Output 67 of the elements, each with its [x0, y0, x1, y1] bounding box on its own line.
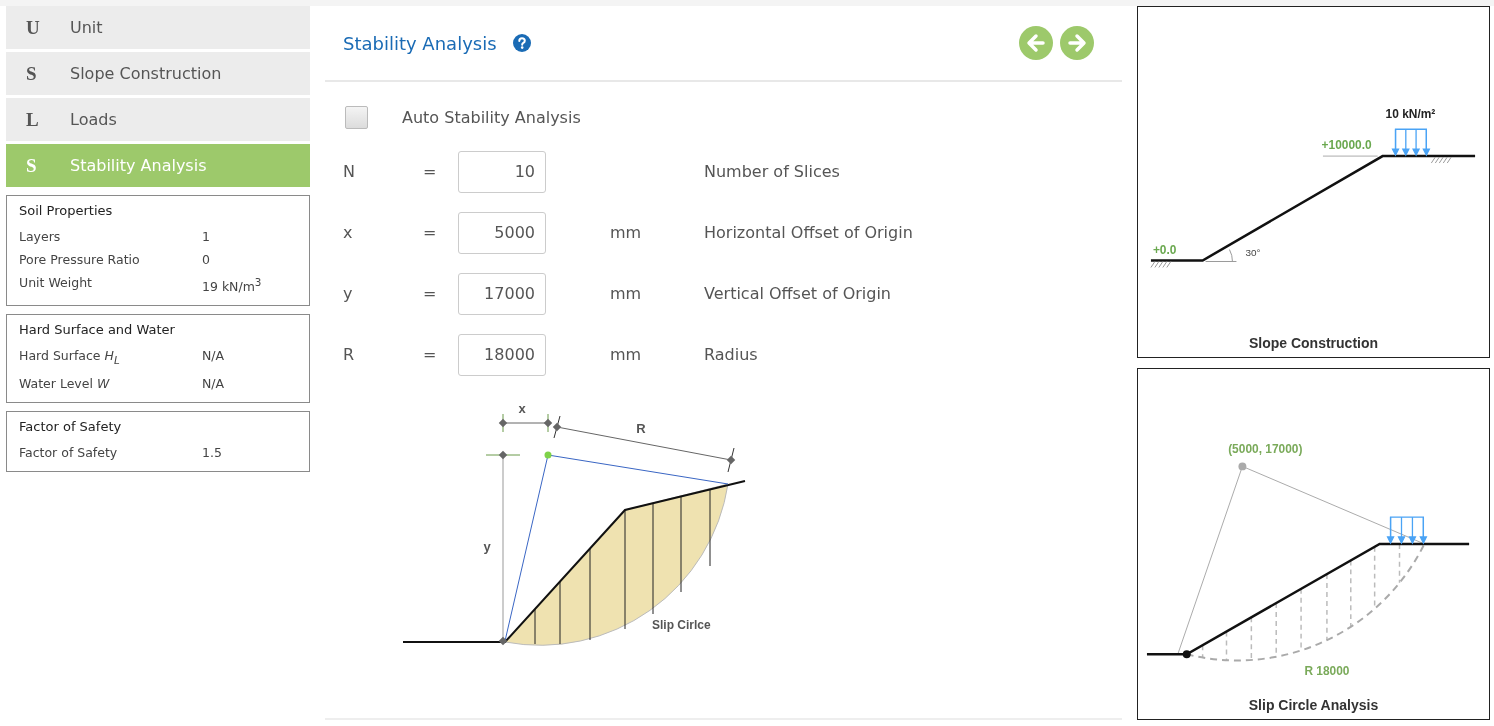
symbol-label: x: [343, 223, 354, 242]
checkbox-label: Auto Stability Analysis: [402, 108, 581, 127]
load-arrows-icon: [1391, 128, 1431, 157]
nav-letter: U: [25, 16, 41, 39]
info-value: 1: [202, 228, 211, 246]
checkbox[interactable]: [345, 106, 368, 129]
info-value: N/A: [202, 374, 226, 393]
number-field[interactable]: 5000: [458, 211, 546, 254]
back-button[interactable]: [1019, 26, 1053, 60]
info-value: N/A: [202, 347, 226, 366]
parameter-description: Horizontal Offset of Origin: [704, 223, 914, 242]
nav-letter: L: [25, 108, 40, 131]
equals-sign: =: [423, 284, 438, 303]
parameter-description: Vertical Offset of Origin: [704, 284, 892, 303]
slip-circle-label: Slip Cirlce: [652, 618, 711, 632]
number-field[interactable]: 18000: [458, 333, 546, 376]
info-label: Factor of Safety: [19, 443, 119, 462]
parameter-description: Number of Slices: [704, 162, 841, 181]
nav-item[interactable]: U Unit: [6, 6, 310, 49]
symbol-label: R: [343, 345, 356, 364]
info-label: Water Level W: [19, 374, 111, 393]
equals-sign: =: [423, 223, 438, 242]
panel-caption: Slip Circle Analysis: [1247, 697, 1380, 715]
symbol-label: y: [343, 284, 354, 303]
nav-letter: S: [25, 62, 38, 85]
info-title: Hard Surface and Water: [19, 322, 176, 338]
unit-label: mm: [610, 223, 643, 242]
center-label: (5000, 17000): [1228, 442, 1303, 457]
right-arrow-icon: [1066, 32, 1088, 54]
nav-letter: S: [25, 154, 38, 177]
x-label: x: [518, 401, 526, 416]
info-title: Factor of Safety: [19, 418, 123, 434]
nav-item[interactable]: S Slope Construction: [6, 52, 310, 95]
panel-caption: Slope Construction: [1247, 335, 1380, 353]
nav-label: Unit: [70, 18, 103, 37]
number-field[interactable]: 10: [458, 150, 546, 193]
forward-button[interactable]: [1060, 26, 1094, 60]
unit-label: mm: [610, 345, 643, 364]
equals-sign: =: [423, 345, 438, 364]
info-label: Hard Surface H$_{L}$: [19, 347, 121, 368]
equals-sign: =: [423, 162, 438, 181]
info-value: 1.5: [202, 443, 223, 462]
load-label: 10 kN/m²: [1385, 107, 1436, 122]
info-value: 0: [202, 251, 211, 269]
page-title: Stability Analysis: [343, 32, 497, 54]
nav-item[interactable]: L Loads: [6, 98, 310, 141]
unit-label: mm: [610, 284, 643, 303]
angle-label: 30°: [1245, 247, 1261, 259]
radius-label: R 18000: [1304, 664, 1350, 679]
number-field[interactable]: 17000: [458, 272, 546, 315]
symbol-label: N: [343, 162, 356, 181]
parameter-description: Radius: [704, 345, 759, 364]
info-label: Unit Weight: [19, 274, 93, 292]
info-label: Pore Pressure Ratio: [19, 251, 141, 269]
top-level-label: +10000.0: [1321, 138, 1372, 153]
nav-label: Stability Analysis: [70, 156, 207, 175]
r-label: R: [636, 421, 646, 436]
y-label: y: [483, 539, 491, 554]
bottom-level-label: +0.0: [1152, 242, 1177, 257]
info-label: Layers: [19, 228, 62, 246]
load-arrows-icon: [1386, 516, 1428, 545]
nav-label: Loads: [70, 110, 117, 129]
help-icon[interactable]: [512, 34, 531, 52]
nav-label: Slope Construction: [70, 64, 222, 83]
left-arrow-icon: [1025, 32, 1047, 54]
info-value: 19 kN/m$^{3}$: [202, 275, 263, 297]
info-title: Soil Properties: [19, 203, 114, 218]
